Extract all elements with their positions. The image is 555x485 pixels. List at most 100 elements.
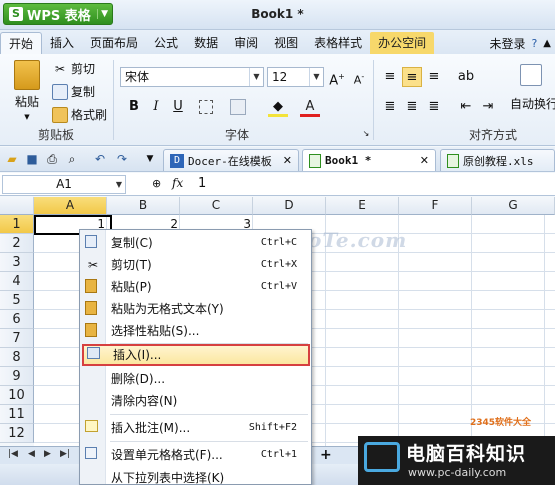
format-painter-button[interactable]: 格式刷 [52, 106, 107, 123]
increase-indent-icon[interactable]: ⇥ [478, 97, 498, 117]
tab-view[interactable]: 视图 [266, 32, 306, 54]
next-sheet-icon[interactable]: ▶ [44, 449, 51, 459]
comment-icon [85, 420, 98, 432]
tab-office-space[interactable]: 办公空间 [370, 32, 435, 54]
row-header[interactable]: 12 [0, 424, 34, 443]
row-header[interactable]: 8 [0, 348, 34, 367]
print-icon[interactable]: ⎙ [44, 151, 60, 167]
underline-button[interactable]: U [168, 97, 188, 117]
tab-table-style[interactable]: 表格样式 [306, 32, 370, 54]
text-orientation-icon[interactable]: ab [456, 67, 476, 87]
menu-item-label: 粘贴(P) [111, 280, 152, 294]
border-icon[interactable] [199, 100, 213, 114]
italic-button[interactable]: I [146, 97, 166, 117]
tab-home[interactable]: 开始 [0, 32, 43, 54]
close-icon[interactable]: ✕ [283, 154, 292, 167]
column-header[interactable]: D [253, 197, 326, 215]
row-header[interactable]: 9 [0, 367, 34, 386]
doc-tab-tutorial[interactable]: 原创教程.xls [440, 149, 555, 171]
decrease-indent-icon[interactable]: ⇤ [456, 97, 476, 117]
wrap-text-button[interactable]: 自动换行 [510, 64, 555, 112]
last-sheet-icon[interactable]: ▶| [60, 449, 70, 459]
tab-insert[interactable]: 插入 [42, 32, 82, 54]
column-header[interactable]: B [107, 197, 180, 215]
row-header[interactable]: 2 [0, 234, 34, 253]
help-icon[interactable]: ? [531, 37, 537, 50]
column-header[interactable]: G [472, 197, 555, 215]
tab-review[interactable]: 审阅 [226, 32, 266, 54]
font-color-icon[interactable]: A [300, 97, 320, 117]
menu-item-paste-special[interactable]: 选择性粘贴(S)... [80, 320, 311, 342]
cell-style-icon[interactable] [230, 99, 246, 115]
row-header[interactable]: 5 [0, 291, 34, 310]
align-middle-icon[interactable]: ≡ [402, 67, 422, 87]
undo-icon[interactable]: ↶ [92, 151, 108, 167]
zoom-icon[interactable]: ⊕ [152, 177, 161, 190]
menu-item-cut[interactable]: ✂ 剪切(T) Ctrl+X [80, 254, 311, 276]
copy-button[interactable]: 复制 [52, 83, 95, 100]
align-left-icon[interactable]: ≣ [380, 97, 400, 117]
row-header[interactable]: 3 [0, 253, 34, 272]
menu-item-copy[interactable]: 复制(C) Ctrl+C [80, 232, 311, 254]
menu-item-delete[interactable]: 删除(D)... [80, 368, 311, 390]
align-center-icon[interactable]: ≣ [402, 97, 422, 117]
name-box[interactable]: A1 ▼ [2, 175, 126, 194]
menu-item-label: 清除内容(N) [111, 394, 178, 408]
prev-sheet-icon[interactable]: ◀ [28, 449, 35, 459]
close-icon[interactable]: ✕ [420, 154, 429, 167]
minimize-ribbon-icon[interactable]: ▲ [543, 38, 551, 49]
save-icon[interactable]: ■ [24, 151, 40, 167]
menu-item-paste[interactable]: 粘贴(P) Ctrl+V [80, 276, 311, 298]
cut-button[interactable]: ✂ 剪切 [52, 60, 95, 77]
align-top-icon[interactable]: ≡ [380, 67, 400, 87]
menu-item-paste-plain[interactable]: 粘贴为无格式文本(Y) [80, 298, 311, 320]
format-painter-label: 格式刷 [71, 108, 108, 122]
menu-item-format-cells[interactable]: 设置单元格格式(F)... Ctrl+1 [80, 444, 311, 466]
row-header[interactable]: 4 [0, 272, 34, 291]
paste-button[interactable]: 粘贴 ▼ [10, 60, 44, 121]
function-icon[interactable]: fx [172, 176, 183, 190]
menu-item-insert[interactable]: 插入(I)... [82, 344, 310, 366]
increase-font-icon[interactable]: A+ [327, 67, 347, 88]
print-preview-icon[interactable]: ⌕ [64, 151, 80, 167]
row-header[interactable]: 6 [0, 310, 34, 329]
row-header[interactable]: 10 [0, 386, 34, 405]
doc-tab-book1[interactable]: Book1 * ✕ [302, 149, 436, 171]
column-header[interactable]: A [34, 197, 107, 215]
copy-icon [85, 235, 97, 248]
menu-item-insert-comment[interactable]: 插入批注(M)... Shift+F2 [80, 417, 311, 439]
font-name-select[interactable]: 宋体 ▼ [120, 67, 264, 87]
row-header[interactable]: 7 [0, 329, 34, 348]
doc-tab-docer[interactable]: D Docer-在线模板 ✕ [163, 149, 299, 171]
select-all-corner[interactable] [0, 197, 34, 215]
font-size-select[interactable]: 12 ▼ [267, 67, 324, 87]
fill-color-icon[interactable]: ◆ [268, 97, 288, 117]
formula-input[interactable]: 1 [198, 176, 206, 191]
align-right-icon[interactable]: ≣ [424, 97, 444, 117]
first-sheet-icon[interactable]: |◀ [8, 449, 18, 459]
paste-label: 粘贴 [14, 95, 39, 109]
doc-tab-label: Book1 * [325, 154, 372, 167]
sheet-file-icon [309, 153, 321, 168]
login-link[interactable]: 未登录 [489, 35, 525, 52]
tab-formulas[interactable]: 公式 [146, 32, 186, 54]
redo-icon[interactable]: ↷ [114, 151, 130, 167]
decrease-font-icon[interactable]: A- [349, 67, 369, 87]
row-header[interactable]: 11 [0, 405, 34, 424]
row-header[interactable]: 1 [0, 215, 34, 234]
open-icon[interactable]: ▰ [4, 151, 20, 167]
cell-reference: A1 [56, 177, 72, 191]
customize-toolbar-icon[interactable]: ▼ [142, 151, 158, 167]
menu-item-clear[interactable]: 清除内容(N) [80, 390, 311, 412]
column-header[interactable]: C [180, 197, 253, 215]
bold-button[interactable]: B [124, 97, 144, 117]
add-sheet-icon[interactable]: + [320, 447, 332, 463]
tab-data[interactable]: 数据 [186, 32, 226, 54]
formula-bar: A1 ▼ ⊕ fx 1 [0, 173, 555, 196]
align-bottom-icon[interactable]: ≡ [424, 67, 444, 87]
context-menu: 复制(C) Ctrl+C ✂ 剪切(T) Ctrl+X 粘贴(P) Ctrl+V… [79, 229, 312, 485]
menu-item-pick-list[interactable]: 从下拉列表中选择(K) [80, 467, 311, 485]
column-header[interactable]: E [326, 197, 399, 215]
tab-page-layout[interactable]: 页面布局 [82, 32, 146, 54]
column-header[interactable]: F [399, 197, 472, 215]
